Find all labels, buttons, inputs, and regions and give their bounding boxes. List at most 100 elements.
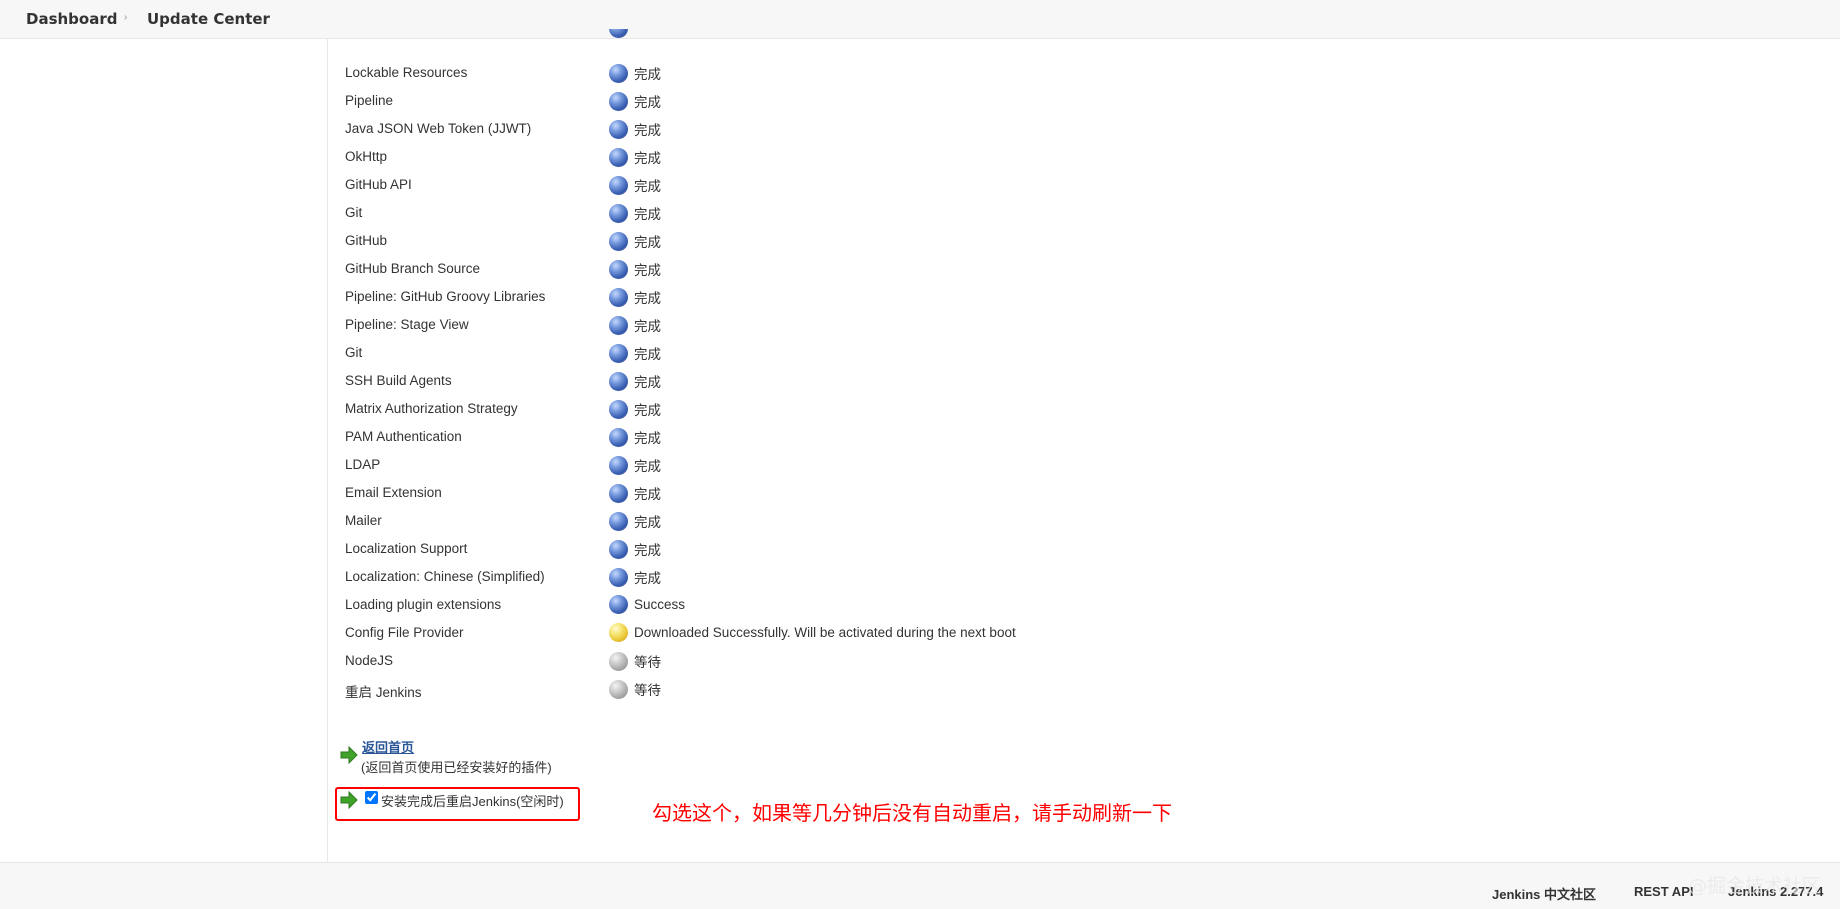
back-to-dashboard-link[interactable]: 返回首页 [362,737,414,756]
blue-status-ball-icon [609,63,628,83]
plugin-status-text: 完成 [634,571,661,586]
blue-status-ball-icon [609,427,628,447]
plugin-row: Localization: Chinese (Simplified) 完成 [345,564,1245,592]
plugin-status-text: 完成 [634,459,661,474]
plugin-name: Matrix Authorization Strategy [345,401,518,416]
plugin-status-text: 完成 [634,235,661,250]
plugin-name: Java JSON Web Token (JJWT) [345,121,532,136]
blue-status-ball-icon [609,371,628,391]
plugin-status: Success [609,595,685,614]
plugin-status-text: 等待 [634,655,661,670]
plugin-status: 完成 [609,287,661,307]
footer-rest-api-link[interactable]: REST API [1634,884,1693,899]
plugin-row: Loading plugin extensions Success [345,592,1245,620]
plugin-status: 完成 [609,259,661,279]
plugin-row: Matrix Authorization Strategy 完成 [345,396,1245,424]
plugin-name: LDAP [345,457,381,472]
plugin-status-text: 完成 [634,291,661,306]
blue-status-ball-icon [609,315,628,335]
chevron-right-icon: › [124,12,128,23]
watermark: @掘金技术社区 [1688,875,1822,897]
plugin-status-text: 完成 [634,263,661,278]
plugin-status: 完成 [609,399,661,419]
plugin-status: 完成 [609,343,661,363]
plugin-name: PAM Authentication [345,429,462,444]
plugin-status-text: 完成 [634,123,661,138]
plugin-row: LDAP 完成 [345,452,1245,480]
blue-status-ball-icon [609,259,628,279]
plugin-row: Config File Provider Downloaded Successfu… [345,620,1245,648]
blue-status-ball-icon [609,231,628,251]
plugin-row: SSH Build Agents 完成 [345,368,1245,396]
blue-status-ball-icon [609,455,628,475]
blue-status-ball-icon [609,175,628,195]
plugin-status-text: 完成 [634,67,661,82]
plugin-name: NodeJS [345,653,394,668]
plugin-name: Pipeline [345,93,394,108]
blue-status-ball-icon [609,399,628,419]
plugin-name: GitHub Branch Source [345,261,481,276]
breadcrumb-update-center[interactable]: Update Center [147,10,270,28]
plugin-status-text: 完成 [634,95,661,110]
plugin-name: Loading plugin extensions [345,597,502,612]
plugin-status: 完成 [609,231,661,251]
plugin-name: Localization Support [345,541,468,556]
plugin-status-text: 完成 [634,543,661,558]
plugin-status: 完成 [609,119,661,139]
plugin-row: Pipeline: GitHub Groovy Libraries 完成 [345,284,1245,312]
plugin-name: OkHttp [345,149,388,164]
plugin-status-text: 完成 [634,347,661,362]
plugin-status-text: 等待 [634,683,661,698]
plugin-status-text: Success [634,597,686,612]
plugin-row: GitHub API 完成 [345,172,1245,200]
plugin-status-text: 完成 [634,151,661,166]
footer-community-link[interactable]: Jenkins 中文社区 [1492,884,1596,903]
plugin-status: 完成 [609,147,661,167]
restart-after-install-checkbox[interactable] [365,791,378,804]
plugin-status: 完成 [609,175,661,195]
blue-status-ball-icon [609,511,628,531]
plugin-name: GitHub [345,233,388,248]
plugin-row: GitHub 完成 [345,228,1245,256]
plugin-status-text: 完成 [634,319,661,334]
plugin-status: 完成 [609,511,661,531]
restart-after-install-label[interactable]: 安装完成后重启Jenkins(空闲时) [381,791,564,810]
plugin-row: Pipeline: Stage View 完成 [345,312,1245,340]
plugin-status: 完成 [609,427,661,447]
back-note: (返回首页使用已经安装好的插件) [361,760,552,775]
plugin-row: Git 完成 [345,340,1245,368]
plugin-name: Email Extension [345,485,442,500]
plugin-status: 完成 [609,455,661,475]
plugin-row: Mailer 完成 [345,508,1245,536]
plugin-status: 完成 [609,371,661,391]
plugin-status: 完成 [609,567,661,587]
plugin-status: 完成 [609,63,661,83]
plugin-name: Config File Provider [345,625,464,640]
plugin-status: 完成 [609,483,661,503]
plugin-status: 等待 [609,679,661,699]
plugin-status: Downloaded Successfully. Will be activat… [609,623,1016,642]
annotation-text: 勾选这个，如果等几分钟后没有自动重启，请手动刷新一下 [652,803,1172,825]
status-ball-icon [609,29,628,38]
plugin-name: Pipeline: GitHub Groovy Libraries [345,289,546,304]
plugin-status: 完成 [609,539,661,559]
plugin-name: Lockable Resources [345,65,468,80]
plugin-row: Lockable Resources 完成 [345,60,1245,88]
plugin-name: Git [345,345,363,360]
blue-status-ball-icon [609,595,628,614]
blue-status-ball-icon [609,483,628,503]
blue-status-ball-icon [609,119,628,139]
plugin-status-text: 完成 [634,431,661,446]
plugin-row: Pipeline 完成 [345,88,1245,116]
plugin-status-text: 完成 [634,403,661,418]
plugin-name: Git [345,205,363,220]
plugin-row: 重启 Jenkins 等待 [345,676,1245,704]
plugin-row: Java JSON Web Token (JJWT) 完成 [345,116,1245,144]
side-panel [0,39,327,862]
grey-status-ball-icon [609,651,628,671]
plugin-status: 完成 [609,315,661,335]
plugin-status-text: Downloaded Successfully. Will be activat… [634,625,1016,640]
breadcrumb-dashboard[interactable]: Dashboard [26,10,117,28]
plugin-row: PAM Authentication 完成 [345,424,1245,452]
plugin-name: SSH Build Agents [345,373,452,388]
